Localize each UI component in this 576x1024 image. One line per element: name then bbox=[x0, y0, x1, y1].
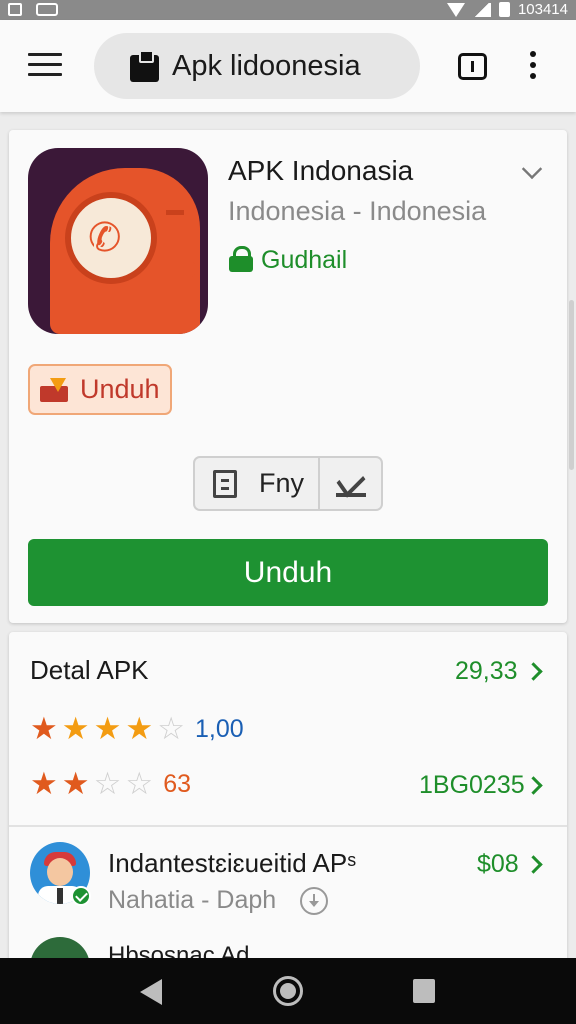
verified-check-icon bbox=[71, 886, 91, 906]
search-bar[interactable]: Apk lidoonesia bbox=[94, 33, 420, 99]
details-card: Detal APK 29,33 ★ ★ ★ ★ ☆ 1,00 ★ ★ ☆ ☆ 6… bbox=[9, 632, 567, 997]
document-icon bbox=[213, 469, 237, 498]
status-bar: 103414 bbox=[0, 0, 576, 20]
check-download-icon bbox=[335, 470, 366, 498]
rating2-right-value: 1BG0235 bbox=[419, 771, 525, 799]
status-right: 103414 bbox=[446, 1, 568, 18]
lock-icon bbox=[229, 246, 253, 272]
app-title: APK Indonasia bbox=[228, 155, 414, 186]
status-time: 103414 bbox=[517, 1, 568, 18]
system-nav-bar bbox=[0, 958, 576, 1024]
verified-label: Gudhail bbox=[261, 246, 348, 274]
app-card: ✆ APK Indonasia Indonesia - Indonesia Gu… bbox=[9, 130, 567, 623]
star-icon: ★ bbox=[30, 766, 58, 802]
back-icon[interactable] bbox=[140, 979, 162, 1005]
scrollbar[interactable] bbox=[569, 300, 574, 470]
home-icon[interactable] bbox=[273, 976, 303, 1006]
details-title: Detal APK bbox=[30, 655, 149, 685]
star-empty-icon: ☆ bbox=[93, 766, 122, 802]
top-app-bar: Apk lidoonesia bbox=[0, 20, 576, 112]
chevron-right-icon[interactable] bbox=[524, 662, 543, 681]
star-empty-icon: ☆ bbox=[125, 766, 154, 802]
star-icon: ★ bbox=[30, 711, 58, 747]
app-logo-icon: ✆ bbox=[28, 148, 208, 334]
recents-icon[interactable] bbox=[413, 979, 435, 1003]
download-circle-icon[interactable] bbox=[300, 887, 328, 915]
star-empty-icon: ☆ bbox=[157, 711, 185, 747]
rating-value-1: 1,00 bbox=[194, 715, 244, 743]
divider bbox=[9, 825, 567, 827]
chevron-right-icon[interactable] bbox=[524, 855, 543, 874]
star-icon: ★ bbox=[93, 711, 122, 747]
unduh-badge-label: Unduh bbox=[80, 374, 160, 404]
link-icon bbox=[36, 3, 58, 16]
notification-icon bbox=[8, 3, 22, 16]
star-icon: ★ bbox=[61, 711, 90, 747]
signal-icon bbox=[446, 2, 465, 17]
clipboard-icon bbox=[130, 50, 159, 82]
segment-document[interactable]: Fny bbox=[195, 458, 320, 509]
list-item-title[interactable]: Indantestɛiɛueitid APˢ bbox=[108, 848, 356, 879]
segment-check[interactable] bbox=[320, 458, 381, 509]
list-item-value: $08 bbox=[477, 850, 519, 878]
segmented-control: Fny bbox=[193, 456, 383, 511]
segment-left-label: Fny bbox=[259, 468, 305, 498]
hamburger-menu-icon[interactable] bbox=[28, 53, 62, 77]
app-subtitle: Indonesia - Indonesia bbox=[228, 196, 487, 226]
star-icon: ★ bbox=[61, 766, 90, 802]
download-icon bbox=[40, 377, 68, 402]
download-button[interactable]: Unduh bbox=[28, 539, 548, 606]
chevron-right-icon[interactable] bbox=[524, 776, 543, 795]
unduh-badge-button[interactable]: Unduh bbox=[28, 364, 172, 415]
star-icon: ★ bbox=[125, 711, 154, 747]
chevron-down-icon[interactable] bbox=[521, 158, 543, 180]
tab-switcher-icon[interactable] bbox=[458, 53, 487, 80]
rating-row-1: ★ ★ ★ ★ ☆ 1,00 bbox=[30, 714, 244, 745]
search-text: Apk lidoonesia bbox=[172, 49, 361, 82]
kebab-menu-icon[interactable] bbox=[530, 51, 538, 83]
details-title-value: 29,33 bbox=[455, 657, 518, 685]
battery-icon bbox=[498, 2, 510, 17]
wifi-icon bbox=[472, 2, 491, 17]
list-item-subtitle: Nahatia - Daph bbox=[108, 886, 277, 914]
rating-row-2: ★ ★ ☆ ☆ 63 bbox=[30, 769, 191, 800]
rating-value-2: 63 bbox=[163, 770, 191, 798]
